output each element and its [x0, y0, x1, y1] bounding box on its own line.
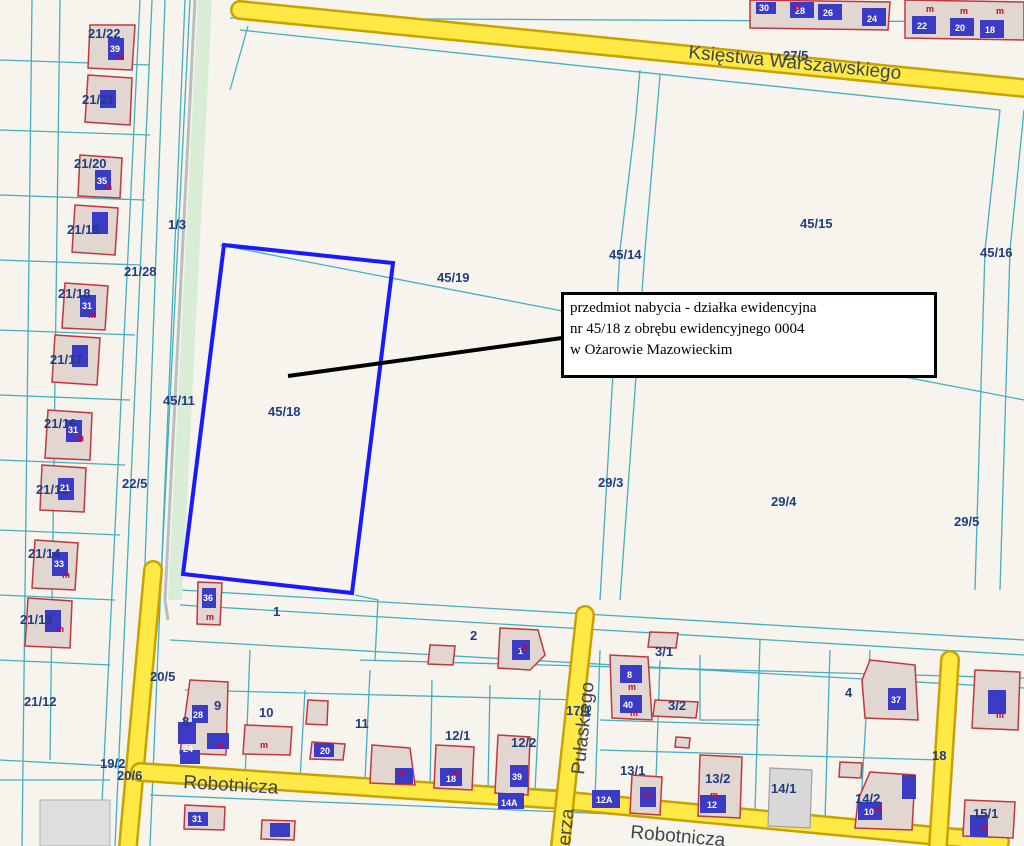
parcel-label: 21/21 [82, 92, 115, 107]
cadastral-map[interactable]: Księstwa Warszawskiego Robotnicza Robotn… [0, 0, 1024, 846]
house-number: 20 [320, 746, 330, 756]
building-marker: m [926, 4, 934, 14]
house-number: 10 [864, 807, 874, 817]
building-marker: m [520, 642, 528, 652]
house-number: 8 [627, 670, 632, 680]
parcel-label: 29/3 [598, 475, 623, 490]
parcel-label: 21/13 [20, 612, 53, 627]
parcel-label: 2 [470, 628, 477, 643]
building-marker: m [628, 682, 636, 692]
building-marker: m [62, 570, 70, 580]
house-number: 21 [60, 483, 70, 493]
house-number: 28 [193, 710, 203, 720]
building-marker: m [396, 768, 404, 778]
house-number: 26 [823, 8, 833, 18]
parcel-label: 20/5 [150, 669, 175, 684]
house-number: 24 [867, 14, 877, 24]
parcel-label: 45/15 [800, 216, 833, 231]
parcel-label: 29/4 [771, 494, 797, 509]
parcel-label: 21/12 [24, 694, 57, 709]
building-marker: m [996, 710, 1004, 720]
parcel-label: 10 [259, 705, 273, 720]
building-marker: m [980, 822, 988, 832]
parcel-label: 17/1 [566, 703, 591, 718]
building-marker: m [630, 708, 638, 718]
building-marker: m [260, 740, 268, 750]
parcel-label: 3/2 [668, 698, 686, 713]
parcel-label: 21/19 [67, 222, 100, 237]
house-number: 36 [203, 593, 213, 603]
building-marker: m [104, 182, 112, 192]
building-marker: m [56, 624, 64, 634]
parcel-label: 15/1 [973, 806, 998, 821]
house-number: 12A [596, 795, 613, 805]
building-marker: m [216, 740, 224, 750]
house-number: 39 [512, 772, 522, 782]
parcel-label: 13/2 [705, 771, 730, 786]
house-number: 37 [891, 695, 901, 705]
parcel-label: 21/17 [50, 352, 83, 367]
house-number: 20 [955, 23, 965, 33]
annotation-line-1: przedmiot nabycia - działka ewidencyjna [570, 300, 817, 316]
parcel-label: 9 [214, 698, 221, 713]
parcel-label: 1/3 [168, 217, 186, 232]
parcel-label: 8 [182, 714, 189, 729]
parcel-label: 45/14 [609, 247, 642, 262]
building-marker: m [960, 6, 968, 16]
building-marker: m [116, 52, 124, 62]
building-marker: m [76, 433, 84, 443]
building-marker: m [710, 790, 718, 800]
parcel-label: 45/19 [437, 270, 470, 285]
building-marker: m [452, 768, 460, 778]
parcel-label: 22/5 [122, 476, 147, 491]
parcel-label: 11 [355, 716, 369, 731]
parcel-label: 4 [845, 685, 853, 700]
parcel-label-45-18: 45/18 [268, 404, 301, 419]
parcel-label: 45/16 [980, 245, 1013, 260]
parcel-label: 29/5 [954, 514, 979, 529]
parcel-label: 18 [932, 748, 946, 763]
annotation-box: przedmiot nabycia - działka ewidencyjna … [561, 292, 937, 378]
building-marker: m [792, 2, 800, 12]
parcel-label: 3/1 [655, 644, 673, 659]
building-marker: m [206, 612, 214, 622]
parcel-label: 12/1 [445, 728, 470, 743]
parcel-label: 21/28 [124, 264, 157, 279]
map-canvas: Księstwa Warszawskiego Robotnicza Robotn… [0, 0, 1024, 846]
building-marker: m [874, 804, 882, 814]
building-marker: m [996, 6, 1004, 16]
house-number: 18 [985, 25, 995, 35]
building-marker: m [645, 790, 653, 800]
house-number: 24 [183, 744, 193, 754]
parcel-label-27-5: 27/5 [783, 48, 808, 63]
parcel-label: 14/1 [771, 781, 796, 796]
annotation-line-3: w Ożarowie Mazowieckim [570, 342, 733, 358]
house-number: 33 [54, 559, 64, 569]
house-number: 12 [707, 800, 717, 810]
parcel-label: 12/2 [511, 735, 536, 750]
parcel-label: 13/1 [620, 763, 645, 778]
house-number: 30 [759, 3, 769, 13]
parcel-label: 21/22 [88, 26, 121, 41]
parcel-label: 21/18 [58, 286, 91, 301]
parcel-label: 20/6 [117, 768, 142, 783]
house-number: 22 [917, 21, 927, 31]
annotation-line-2: nr 45/18 z obrębu ewidencyjnego 0004 [570, 321, 805, 337]
street-label-pulaskiego-prefix: erza [554, 807, 579, 846]
house-number: 31 [192, 814, 202, 824]
parcel-label: 1 [273, 604, 280, 619]
building-marker: m [88, 310, 96, 320]
parcel-label: 21/20 [74, 156, 107, 171]
house-number: 14A [501, 798, 518, 808]
parcel-label: 45/11 [163, 393, 195, 408]
